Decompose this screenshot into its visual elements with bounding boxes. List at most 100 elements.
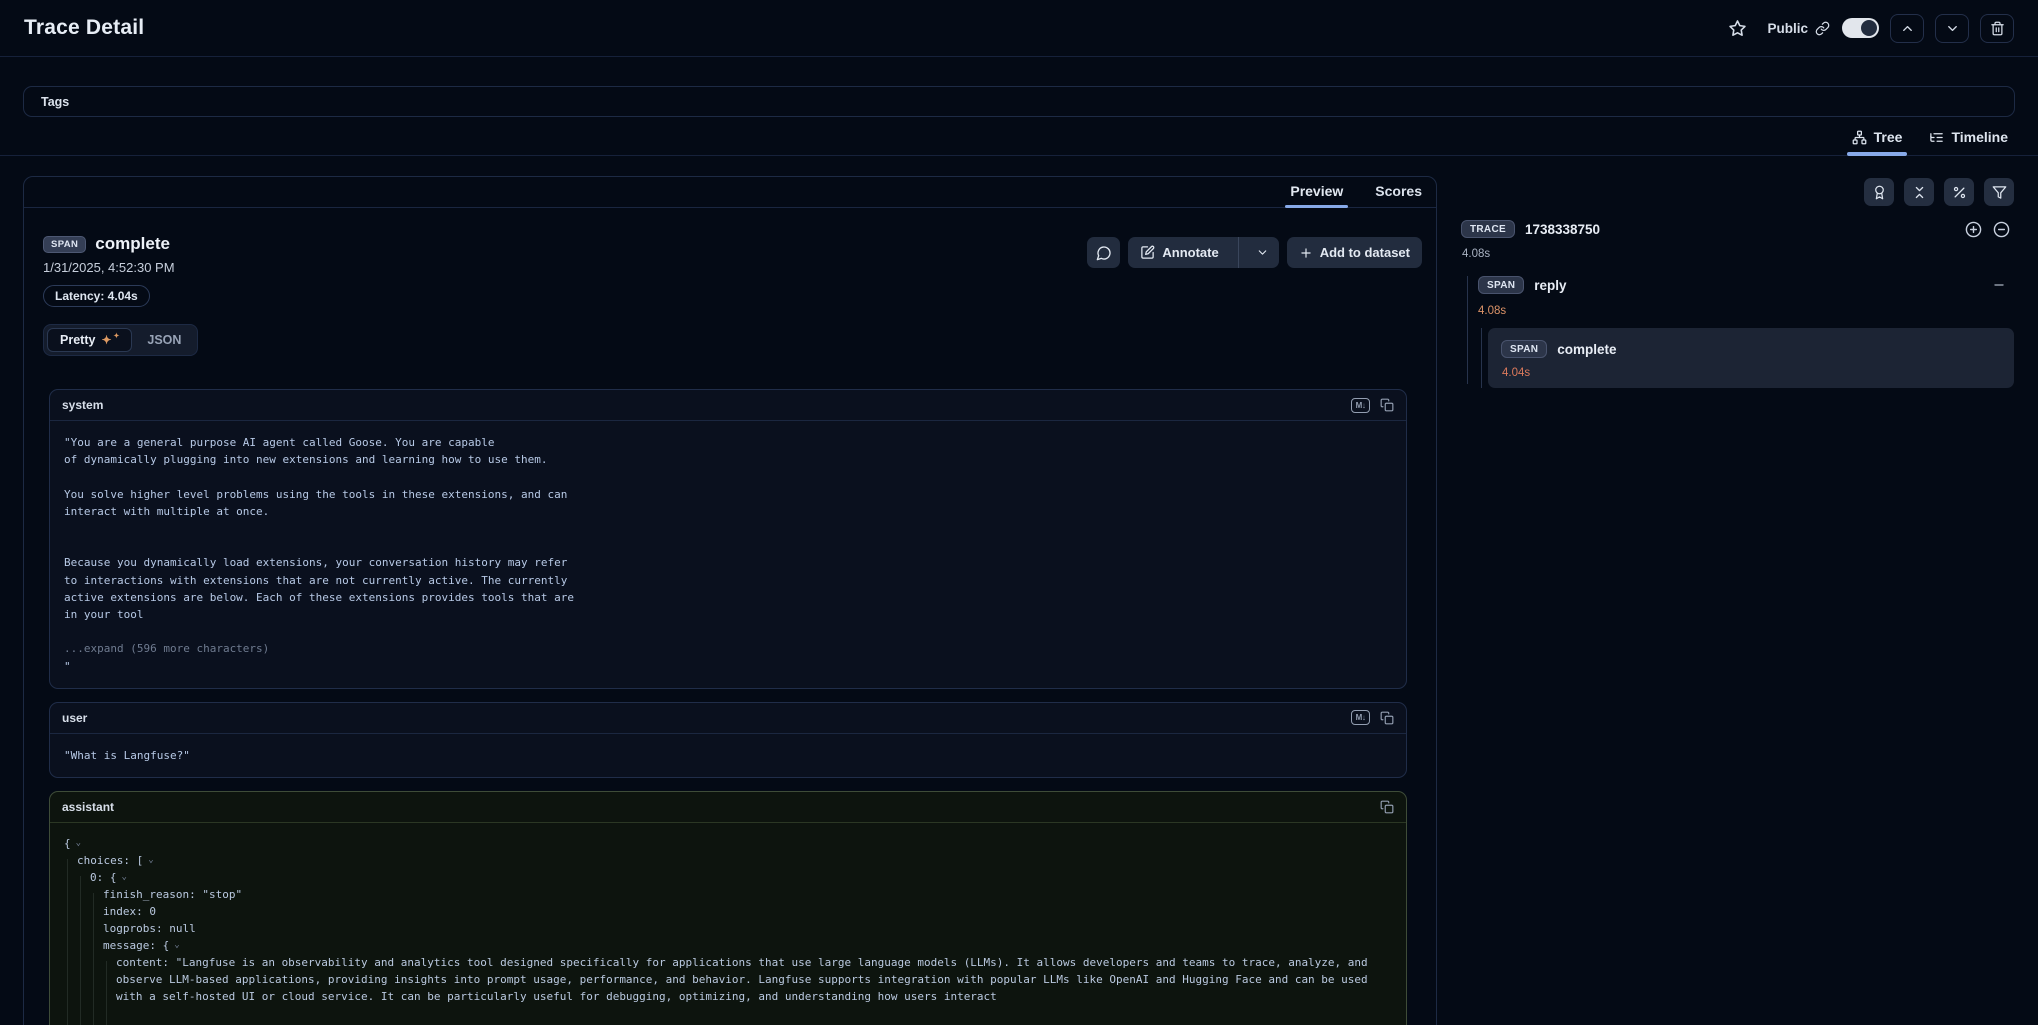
json-line-text: logprobs: null: [103, 920, 196, 937]
public-visibility-group: Public: [1767, 18, 1879, 38]
collapse-chevron-icon[interactable]: ⌄: [76, 839, 81, 848]
indent-guide: [106, 961, 107, 1025]
header-actions: Public: [1722, 13, 2014, 43]
json-line-text: 0: {: [90, 869, 117, 886]
tree-icon: [1852, 130, 1867, 145]
circle-plus-icon[interactable]: [1965, 221, 1982, 238]
scores-annotation-button[interactable]: [1864, 178, 1894, 206]
collapse-chevron-icon[interactable]: ⌄: [122, 873, 127, 882]
span-name: reply: [1534, 278, 1566, 293]
tab-preview[interactable]: Preview: [1288, 183, 1345, 207]
public-toggle[interactable]: [1842, 18, 1879, 38]
link-icon[interactable]: [1815, 21, 1830, 36]
message-box-user: user M↓ "What is Langfuse?": [49, 702, 1407, 778]
circle-minus-icon[interactable]: [1993, 221, 2010, 238]
chevron-up-icon: [1900, 21, 1915, 36]
tab-tree[interactable]: Tree: [1852, 129, 1903, 155]
json-line-text: index: 0: [103, 903, 156, 920]
bookmark-star-button[interactable]: [1722, 13, 1752, 43]
view-tabs: Tree Timeline: [0, 119, 2038, 156]
json-line: index: 0: [64, 903, 1392, 920]
span-name: complete: [1557, 342, 1616, 357]
comment-bubble-icon: [1096, 245, 1112, 261]
previous-trace-button[interactable]: [1890, 14, 1924, 43]
copy-icon[interactable]: [1380, 711, 1394, 725]
message-header-icons: [1380, 800, 1394, 814]
toggle-knob: [1861, 20, 1877, 36]
json-line-text: message: {: [103, 937, 169, 954]
next-trace-button[interactable]: [1935, 14, 1969, 43]
span-badge: SPAN: [1478, 276, 1524, 294]
observation-header: SPAN complete 1/31/2025, 4:52:30 PM Late…: [24, 208, 1436, 307]
edit-pen-icon: [1140, 245, 1155, 260]
message-box-assistant: assistant {⌄choices: [⌄0: {⌄finish_reaso…: [49, 791, 1407, 1025]
tree-node-trace[interactable]: TRACE 1738338750: [1455, 218, 2014, 240]
span-badge: SPAN: [1501, 340, 1547, 358]
json-line: 0: { ⌄: [64, 869, 1392, 886]
json-line-text: finish_reason: "stop": [103, 886, 242, 903]
role-label: user: [62, 711, 87, 725]
tab-timeline-label: Timeline: [1951, 129, 2008, 145]
format-toggle: Pretty ✦✦ JSON: [43, 324, 198, 356]
span-type-badge: SPAN: [43, 236, 86, 253]
tab-tree-label: Tree: [1874, 129, 1903, 145]
message-header-icons: M↓: [1351, 710, 1394, 725]
copy-icon[interactable]: [1380, 398, 1394, 412]
observation-title: complete: [95, 234, 170, 254]
span-duration: 4.08s: [1478, 305, 2014, 317]
annotate-dropdown-button[interactable]: [1246, 237, 1279, 268]
trace-id: 1738338750: [1525, 222, 1600, 237]
add-to-dataset-button[interactable]: Add to dataset: [1287, 237, 1422, 268]
tags-label: Tags: [41, 95, 69, 109]
expand-link[interactable]: ...expand (596 more characters): [64, 640, 1392, 657]
json-line-text: {: [64, 835, 71, 852]
format-json-option[interactable]: JSON: [134, 328, 194, 352]
user-text: "What is Langfuse?": [64, 747, 1392, 764]
message-header-user: user M↓: [50, 703, 1406, 734]
tree-node-reply[interactable]: SPAN reply: [1478, 274, 2014, 296]
filter-button[interactable]: [1984, 178, 2014, 206]
collapse-node-icon[interactable]: [1992, 278, 2006, 292]
tab-timeline[interactable]: Timeline: [1929, 129, 2008, 155]
latency-badge: Latency: 4.04s: [43, 285, 150, 307]
collapse-chevron-icon[interactable]: ⌄: [148, 856, 153, 865]
delete-trace-button[interactable]: [1980, 14, 2014, 43]
observation-actions: Annotate Add to dataset: [1087, 237, 1422, 268]
add-to-dataset-label: Add to dataset: [1320, 245, 1410, 260]
markdown-icon[interactable]: M↓: [1351, 398, 1370, 413]
collapse-chevron-icon[interactable]: ⌄: [174, 941, 179, 950]
tree-children: SPAN complete 4.04s: [1481, 328, 2014, 388]
tree-node-complete-selected[interactable]: SPAN complete 4.04s: [1488, 328, 2014, 388]
tags-bar[interactable]: Tags: [23, 86, 2015, 117]
format-pretty-option[interactable]: Pretty ✦✦: [47, 328, 132, 352]
message-box-system: system M↓ "You are a general purpose AI …: [49, 389, 1407, 689]
json-line-text: observe LLM-based applications, providin…: [116, 971, 1368, 988]
annotate-button[interactable]: Annotate: [1128, 237, 1230, 268]
chevron-down-icon: [1945, 21, 1960, 36]
sparkles-icon-small: ✦: [114, 333, 120, 340]
annotate-label: Annotate: [1162, 245, 1218, 260]
tree-children: SPAN reply 4.08s SPAN complete 4.04s: [1467, 274, 2014, 388]
sparkles-icon: ✦: [101, 334, 111, 346]
message-content-user: "What is Langfuse?": [50, 734, 1406, 777]
role-label: system: [62, 398, 103, 412]
collapse-all-button[interactable]: [1904, 178, 1934, 206]
json-line: observe LLM-based applications, providin…: [64, 971, 1392, 988]
plus-icon: [1299, 246, 1313, 260]
trace-tree-panel: TRACE 1738338750 4.08s SPAN reply 4.08s …: [1455, 178, 2014, 388]
panel-tabs: Preview Scores: [24, 177, 1436, 208]
fold-vertical-icon: [1912, 185, 1927, 200]
closing-quote: ": [64, 658, 1392, 675]
json-line-text: choices: [: [77, 852, 143, 869]
tab-scores[interactable]: Scores: [1373, 183, 1424, 207]
json-line-text: with a self-hosted UI or cloud service. …: [116, 988, 997, 1005]
json-line-text: content: "Langfuse is an observability a…: [116, 954, 1368, 971]
annotate-split-button: Annotate: [1128, 237, 1278, 268]
copy-icon[interactable]: [1380, 800, 1394, 814]
metrics-percent-button[interactable]: [1944, 178, 1974, 206]
observation-panel: Preview Scores SPAN complete 1/31/2025, …: [23, 176, 1437, 1025]
indent-guide: [67, 859, 68, 1025]
comment-button[interactable]: [1087, 237, 1120, 268]
list-tree-icon: [1929, 130, 1944, 145]
markdown-icon[interactable]: M↓: [1351, 710, 1370, 725]
